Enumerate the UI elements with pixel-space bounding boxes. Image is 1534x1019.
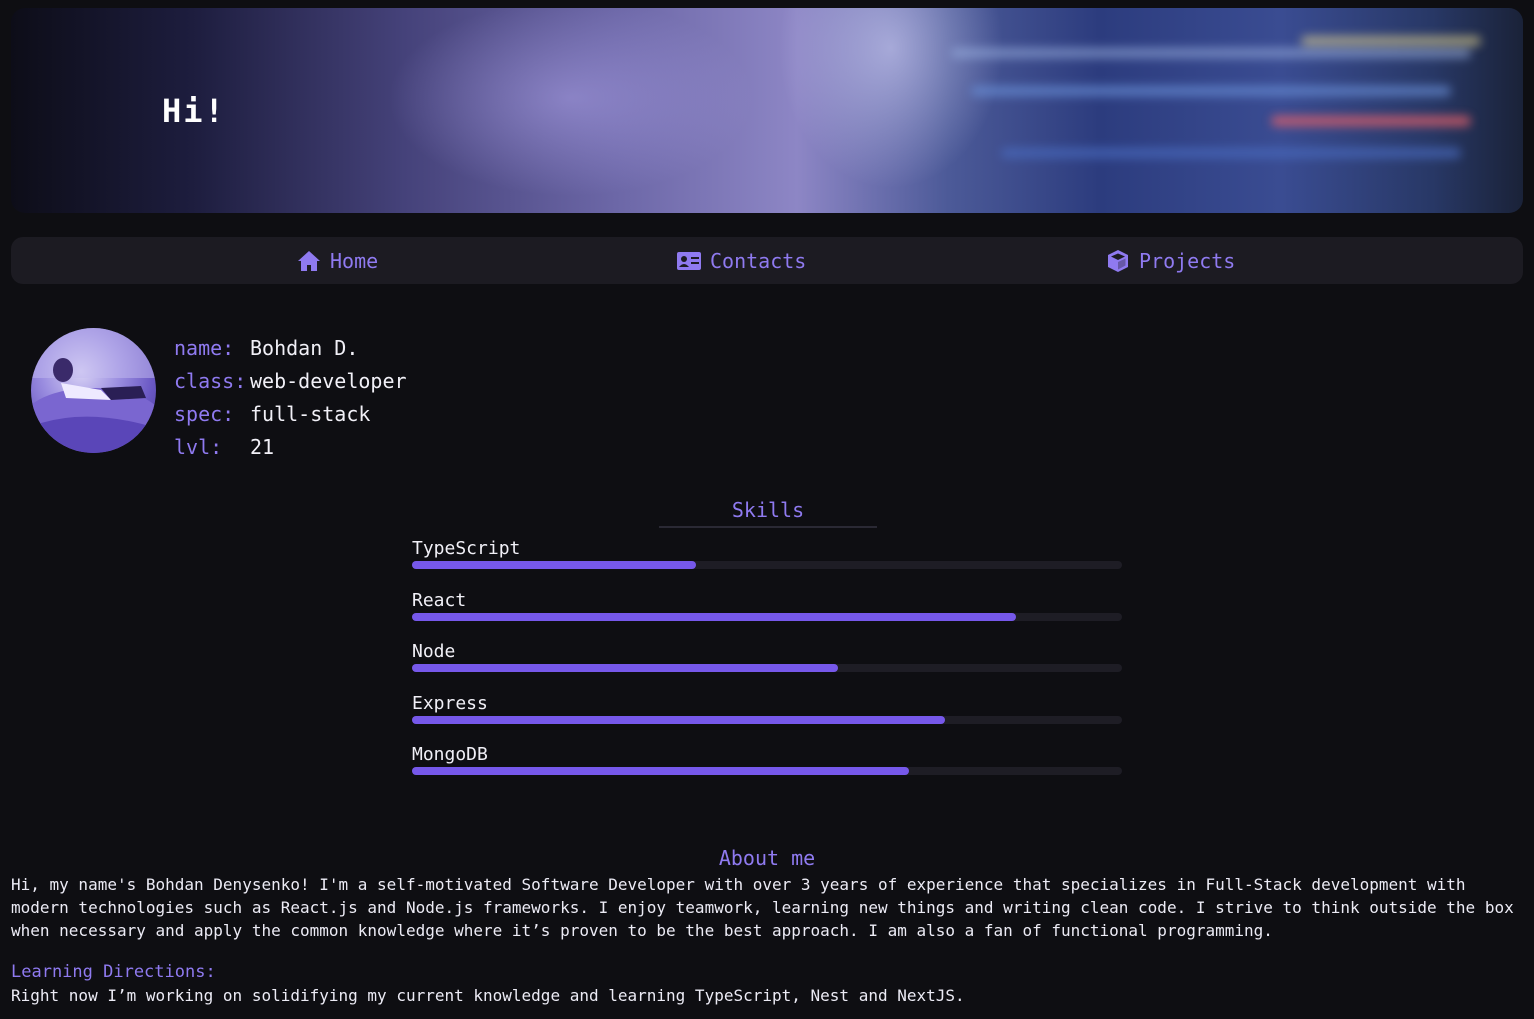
profile-key: spec: bbox=[174, 401, 235, 426]
nav-item-home[interactable]: Home bbox=[297, 237, 378, 284]
skill-name: TypeScript bbox=[412, 538, 521, 559]
skill-progress-bar bbox=[412, 612, 1016, 621]
nav-item-projects[interactable]: Projects bbox=[1106, 237, 1235, 284]
profile-row-class: class: web-developer bbox=[174, 364, 407, 397]
skill-track bbox=[412, 664, 1122, 672]
about-heading: About me bbox=[718, 846, 816, 870]
learning-directions-text: Right now I’m working on solidifying my … bbox=[11, 986, 965, 1005]
profile-row-lvl: lvl: 21 bbox=[174, 430, 407, 463]
skill-item: Express bbox=[412, 692, 1122, 744]
skill-progress-bar bbox=[412, 767, 909, 775]
nav-label-contacts: Contacts bbox=[710, 248, 807, 273]
skills-heading: Skills bbox=[659, 498, 877, 528]
main-nav: Home Contacts Projects bbox=[11, 237, 1523, 284]
skill-item: MongoDB bbox=[412, 743, 1122, 795]
skill-name: MongoDB bbox=[412, 744, 488, 765]
avatar bbox=[31, 328, 156, 453]
profile-value: 21 bbox=[250, 434, 275, 459]
about-text: Hi, my name's Bohdan Denysenko! I'm a se… bbox=[11, 875, 1514, 940]
learning-directions-heading: Learning Directions: bbox=[11, 962, 216, 982]
nav-label-home: Home bbox=[330, 248, 379, 273]
skill-track bbox=[412, 767, 1122, 775]
skill-progress-bar bbox=[412, 664, 838, 672]
profile-key: lvl: bbox=[174, 434, 223, 459]
skill-progress-bar bbox=[412, 715, 945, 724]
nav-item-contacts[interactable]: Contacts bbox=[677, 237, 806, 284]
skill-item: React bbox=[412, 589, 1122, 641]
profile-value: Bohdan D. bbox=[250, 335, 359, 360]
nav-label-projects: Projects bbox=[1139, 248, 1236, 273]
greeting-heading: Hi! bbox=[162, 92, 226, 130]
skill-name: Node bbox=[412, 641, 456, 662]
skill-item: TypeScript bbox=[412, 537, 1122, 589]
header-banner: Hi! bbox=[11, 8, 1523, 213]
skill-track bbox=[412, 561, 1122, 569]
skill-progress-bar bbox=[412, 561, 696, 569]
skill-name: Express bbox=[412, 692, 488, 714]
cube-icon bbox=[1106, 249, 1130, 273]
profile-card: name: Bohdan D. class: web-developer spe… bbox=[174, 331, 407, 463]
profile-row-spec: spec: full-stack bbox=[174, 397, 407, 430]
profile-key: name: bbox=[174, 335, 235, 360]
skill-track bbox=[412, 715, 1122, 724]
profile-value: web-developer bbox=[250, 368, 407, 393]
contact-card-icon bbox=[677, 251, 701, 271]
profile-row-name: name: Bohdan D. bbox=[174, 331, 407, 364]
skill-name: React bbox=[412, 589, 467, 611]
skill-track bbox=[412, 612, 1122, 621]
home-icon bbox=[297, 250, 321, 272]
profile-value: full-stack bbox=[250, 401, 371, 426]
profile-key: class: bbox=[174, 368, 247, 393]
skills-list: TypeScript React Node Express MongoDB bbox=[412, 537, 1122, 795]
skill-item: Node bbox=[412, 640, 1122, 692]
